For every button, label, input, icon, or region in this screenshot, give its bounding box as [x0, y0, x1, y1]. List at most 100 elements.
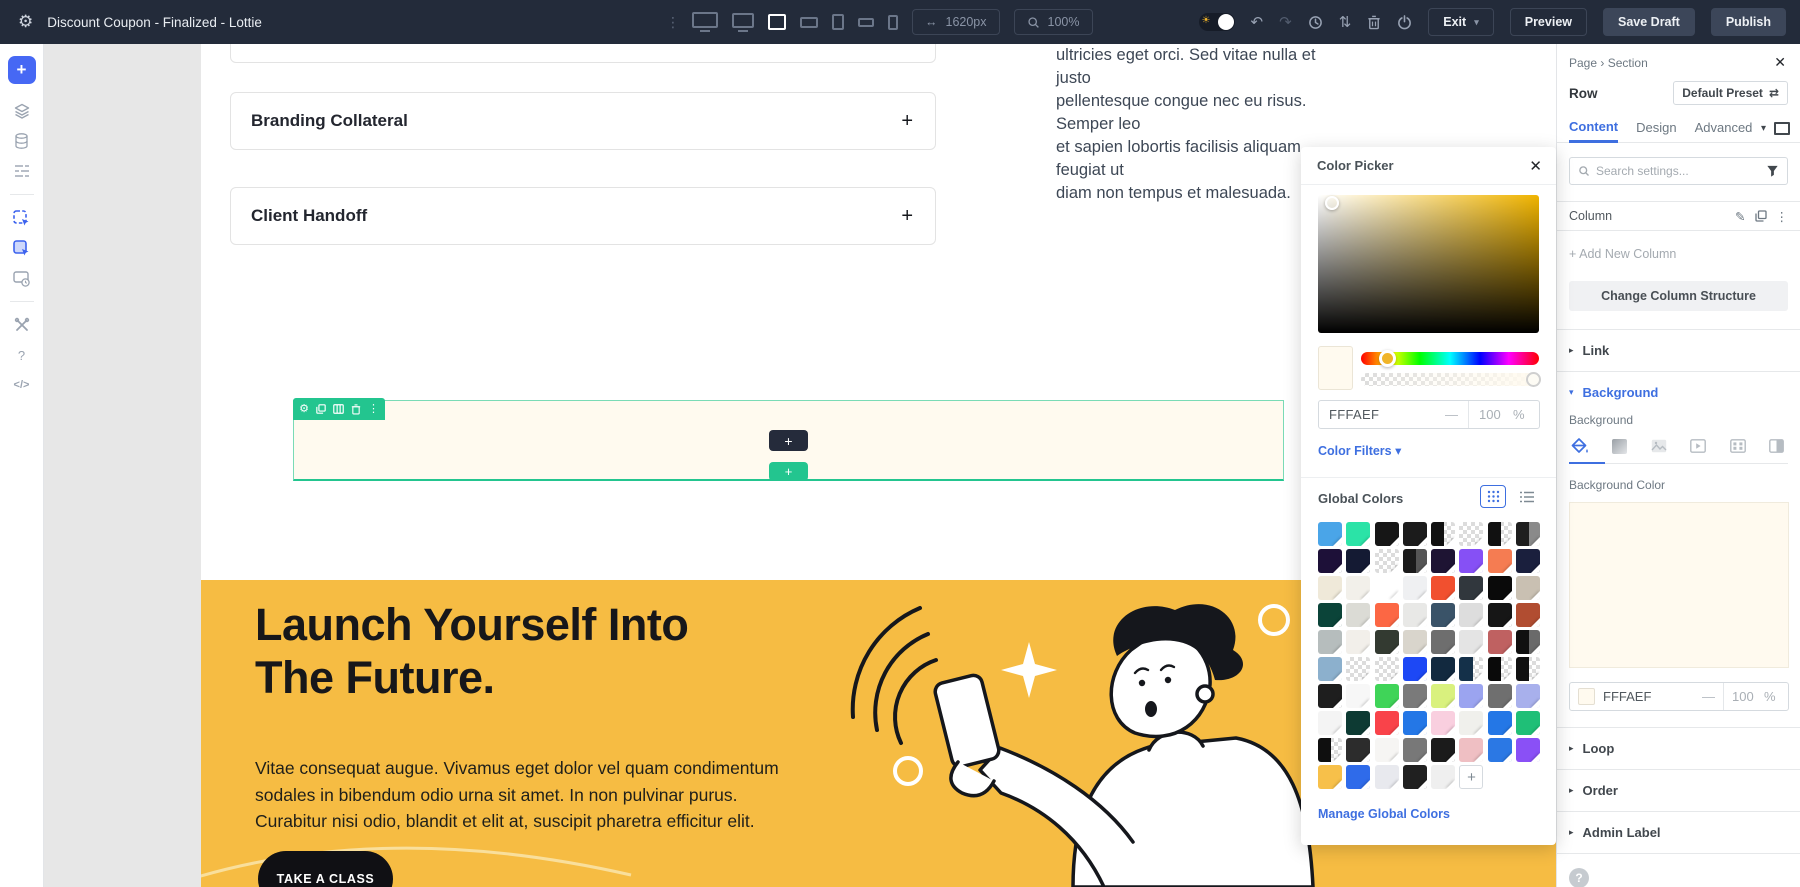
global-color-swatch[interactable]: [1346, 711, 1370, 735]
device-tablet-landscape-button[interactable]: [800, 17, 818, 28]
global-color-swatch[interactable]: [1431, 711, 1455, 735]
global-color-swatch[interactable]: [1403, 522, 1427, 546]
device-tablet-button[interactable]: [832, 14, 844, 30]
color-picker-close-icon[interactable]: ✕: [1529, 157, 1542, 175]
global-color-swatch[interactable]: [1403, 711, 1427, 735]
alpha-slider[interactable]: [1361, 373, 1539, 386]
page-paragraph[interactable]: ultricies eget orci. Sed vitae nulla et …: [1056, 44, 1316, 205]
viewport-width-input[interactable]: ↔ 1620px: [912, 9, 1000, 35]
global-color-swatch[interactable]: [1459, 576, 1483, 600]
global-color-swatch[interactable]: [1488, 576, 1512, 600]
global-color-swatch[interactable]: [1346, 522, 1370, 546]
alpha-input[interactable]: 100: [1469, 407, 1513, 422]
trash-icon[interactable]: [1367, 15, 1381, 30]
global-color-swatch[interactable]: [1431, 738, 1455, 762]
breadcrumb-parent[interactable]: Page: [1569, 56, 1597, 70]
global-color-swatch[interactable]: [1318, 765, 1342, 789]
global-color-swatch[interactable]: [1318, 657, 1342, 681]
global-color-swatch[interactable]: [1346, 549, 1370, 573]
section-order[interactable]: ▸Order: [1557, 769, 1800, 811]
global-color-swatch[interactable]: [1516, 657, 1540, 681]
global-color-swatch[interactable]: [1403, 684, 1427, 708]
global-color-swatch[interactable]: [1431, 630, 1455, 654]
breadcrumb-current[interactable]: Section: [1608, 56, 1648, 70]
database-icon[interactable]: [0, 126, 44, 156]
accordion-expand-icon[interactable]: +: [901, 205, 913, 228]
exit-caret-icon[interactable]: ▾: [1474, 17, 1479, 28]
save-draft-button[interactable]: Save Draft: [1603, 8, 1695, 36]
hero-heading[interactable]: Launch Yourself Into The Future.: [255, 598, 688, 704]
change-column-structure-button[interactable]: Change Column Structure: [1569, 281, 1788, 311]
column-list-item[interactable]: Column ✎ ⋮: [1557, 201, 1800, 231]
select-widget-icon[interactable]: [0, 203, 44, 233]
global-color-swatch[interactable]: [1346, 738, 1370, 762]
global-color-swatch[interactable]: [1488, 657, 1512, 681]
add-element-button[interactable]: +: [8, 56, 36, 84]
global-color-swatch[interactable]: [1318, 630, 1342, 654]
list-view-toggle[interactable]: [1514, 485, 1540, 508]
global-color-swatch[interactable]: [1318, 576, 1342, 600]
global-color-swatch[interactable]: [1375, 630, 1399, 654]
accordion-item[interactable]: Client Handoff +: [230, 187, 936, 245]
tab-content[interactable]: Content: [1569, 113, 1618, 143]
background-gradient-icon[interactable]: [1608, 437, 1630, 455]
section-settings-gear-icon[interactable]: ⚙: [299, 404, 309, 415]
menu-list-icon[interactable]: [0, 156, 44, 186]
global-color-swatch[interactable]: [1488, 549, 1512, 573]
default-preset-button[interactable]: Default Preset ⇄: [1673, 81, 1788, 105]
global-color-swatch[interactable]: [1459, 684, 1483, 708]
device-mobile-landscape-button[interactable]: [858, 18, 874, 27]
global-color-swatch[interactable]: [1516, 522, 1540, 546]
device-mobile-button[interactable]: [888, 15, 898, 30]
global-color-swatch[interactable]: [1431, 684, 1455, 708]
layout-history-icon[interactable]: [0, 263, 44, 293]
global-color-swatch[interactable]: [1431, 765, 1455, 789]
color-filters-link[interactable]: Color Filters ▾: [1318, 443, 1401, 458]
global-color-swatch[interactable]: [1403, 603, 1427, 627]
manage-global-colors-link[interactable]: Manage Global Colors: [1318, 807, 1450, 821]
add-widget-button[interactable]: +: [769, 430, 808, 451]
global-color-swatch[interactable]: [1516, 684, 1540, 708]
section-background[interactable]: ▾ Background: [1557, 371, 1800, 413]
section-link[interactable]: ▸ Link: [1557, 329, 1800, 371]
global-color-swatch[interactable]: [1346, 657, 1370, 681]
tab-design[interactable]: Design: [1636, 113, 1676, 143]
global-color-swatch[interactable]: [1431, 522, 1455, 546]
accordion-item-partial[interactable]: [230, 44, 936, 63]
background-video-icon[interactable]: [1687, 437, 1709, 455]
grid-view-toggle[interactable]: [1480, 485, 1506, 508]
device-laptop-button[interactable]: [768, 14, 786, 30]
background-attachment-icon[interactable]: [1766, 437, 1788, 455]
global-color-swatch[interactable]: [1318, 711, 1342, 735]
global-color-swatch[interactable]: [1488, 738, 1512, 762]
global-color-swatch[interactable]: [1516, 549, 1540, 573]
global-color-swatch[interactable]: [1318, 738, 1342, 762]
zoom-input[interactable]: 100%: [1014, 9, 1093, 35]
box-model-icon[interactable]: [1774, 122, 1790, 135]
duplicate-icon[interactable]: [1755, 210, 1767, 222]
background-color-swatch[interactable]: [1569, 502, 1789, 668]
global-color-swatch[interactable]: [1459, 711, 1483, 735]
site-settings-gear-icon[interactable]: ⚙: [18, 12, 33, 32]
global-color-swatch[interactable]: [1403, 657, 1427, 681]
device-desktop-button[interactable]: [732, 13, 754, 32]
panel-close-icon[interactable]: ✕: [1774, 54, 1786, 71]
hue-slider[interactable]: [1361, 352, 1539, 365]
search-settings-input[interactable]: Search settings...: [1569, 157, 1788, 185]
add-new-column-button[interactable]: + Add New Column: [1557, 231, 1800, 261]
background-classic-bucket-icon[interactable]: [1569, 437, 1591, 455]
device-widescreen-button[interactable]: [692, 12, 718, 32]
edit-pencil-icon[interactable]: ✎: [1735, 209, 1745, 224]
background-image-icon[interactable]: [1648, 437, 1670, 455]
global-color-swatch[interactable]: [1375, 576, 1399, 600]
hero-cta-button[interactable]: TAKE A CLASS: [258, 851, 393, 887]
global-color-swatch[interactable]: [1375, 684, 1399, 708]
publish-button[interactable]: Publish: [1711, 8, 1786, 36]
global-color-swatch[interactable]: [1431, 657, 1455, 681]
add-section-button[interactable]: +: [769, 462, 808, 481]
tabs-caret-icon[interactable]: ▾: [1761, 123, 1766, 134]
global-color-swatch[interactable]: [1488, 522, 1512, 546]
global-color-swatch[interactable]: [1375, 765, 1399, 789]
background-alpha-input[interactable]: 100: [1724, 689, 1764, 704]
power-icon[interactable]: [1397, 15, 1412, 30]
